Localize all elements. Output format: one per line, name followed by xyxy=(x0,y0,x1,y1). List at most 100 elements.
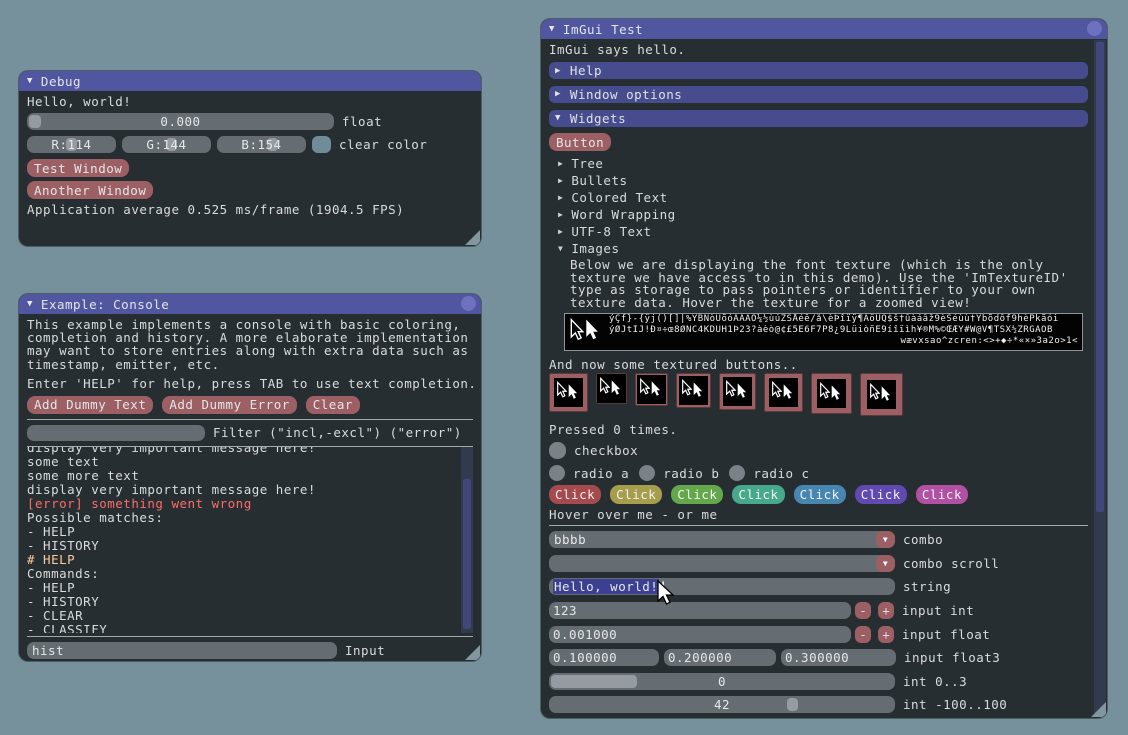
radio-row: radio a radio b radio c xyxy=(549,465,1085,481)
slider-int-neg100-100[interactable]: 42 xyxy=(549,696,895,713)
image-button[interactable] xyxy=(719,373,756,410)
tree-node[interactable]: ▼ Images xyxy=(549,240,1085,257)
test-titlebar[interactable]: ▼ ImGui Test xyxy=(541,19,1107,39)
click-button[interactable]: Click xyxy=(916,485,968,504)
radio-button[interactable] xyxy=(729,465,745,481)
image-button[interactable] xyxy=(596,373,627,404)
float-slider[interactable]: 0.000 xyxy=(27,113,334,130)
click-button[interactable]: Click xyxy=(855,485,907,504)
resize-grip[interactable] xyxy=(1091,702,1106,717)
log-scrollbar-thumb[interactable] xyxy=(463,479,471,629)
resize-grip[interactable] xyxy=(465,230,480,245)
tree-node[interactable]: ▶ Bullets xyxy=(549,172,1085,189)
image-button[interactable] xyxy=(811,373,852,414)
mouse-cursor-icon xyxy=(655,580,677,609)
click-button[interactable]: Click xyxy=(732,485,784,504)
drag-value: G:144 xyxy=(122,136,211,153)
debug-window-toggle-button[interactable]: Another Window xyxy=(27,181,153,199)
input-float3-field-1[interactable]: 0.200000 xyxy=(664,649,776,666)
image-button[interactable] xyxy=(549,373,588,412)
drag-value: B:154 xyxy=(217,136,306,153)
input-float-field[interactable]: 0.001000 xyxy=(549,626,851,643)
click-button[interactable]: Click xyxy=(794,485,846,504)
window-scrollbar-thumb[interactable] xyxy=(1096,42,1104,512)
debug-titlebar[interactable]: ▼ Debug xyxy=(19,71,481,91)
input-int-field[interactable]: 123 xyxy=(549,602,851,619)
textured-buttons-caption: And now some textured buttons.. xyxy=(549,358,1085,371)
image-button[interactable] xyxy=(676,373,711,408)
console-command-input[interactable]: hist xyxy=(27,642,337,659)
tree-node-label: Images xyxy=(571,241,619,256)
close-button[interactable] xyxy=(1087,21,1102,36)
radio-button[interactable] xyxy=(639,465,655,481)
window-scrollbar[interactable] xyxy=(1094,40,1106,717)
collapsing-header[interactable]: ▼ Widgets xyxy=(549,110,1088,127)
console-log[interactable]: display very important message here! som… xyxy=(27,447,473,633)
combo-scroll-dropdown-button[interactable]: ▼ xyxy=(876,555,895,572)
image-button[interactable] xyxy=(764,373,803,412)
text-selection: Hello, world! xyxy=(553,579,659,594)
combo-field[interactable]: bbbb ▼ xyxy=(549,531,895,548)
console-window: ▼ Example: Console This example implemen… xyxy=(19,294,481,661)
input-float3-field-2[interactable]: 0.300000 xyxy=(781,649,896,666)
console-action-button[interactable]: Add Dummy Error xyxy=(162,396,296,414)
cursor-filled-icon xyxy=(782,383,793,401)
checkbox[interactable] xyxy=(549,442,566,459)
tree-node[interactable]: ▶ UTF-8 Text xyxy=(549,223,1085,240)
cursor-outline-icon xyxy=(869,383,880,401)
radio-label: radio b xyxy=(663,466,719,481)
cursor-outline-icon xyxy=(556,381,567,399)
click-button[interactable]: Click xyxy=(671,485,723,504)
clear-color-swatch[interactable] xyxy=(312,136,331,153)
font-texture-image[interactable]: ýÇf}-{ÿj()[]|%ÝBÑòÙõóÃÂÀÒ¼½ùúŽŠÅéê/å\èÞî… xyxy=(564,313,1083,351)
click-button[interactable]: Click xyxy=(549,485,601,504)
intro-line: timestamp, emitter, etc. xyxy=(27,358,473,371)
minus-button[interactable]: - xyxy=(855,626,871,643)
filter-input[interactable] xyxy=(27,425,205,441)
radio-button[interactable] xyxy=(549,465,565,481)
image-button[interactable] xyxy=(635,373,668,406)
combo-dropdown-button[interactable]: ▼ xyxy=(876,531,895,548)
tree-node[interactable]: ▶ Tree xyxy=(549,155,1085,172)
plus-button[interactable]: + xyxy=(878,626,894,643)
collapse-arrow-icon[interactable]: ▼ xyxy=(27,77,33,86)
tree-node[interactable]: ▶ Colored Text xyxy=(549,189,1085,206)
chevron-down-icon: ▼ xyxy=(883,559,888,568)
collapsing-header[interactable]: ▶ Window options xyxy=(549,86,1088,103)
console-action-button[interactable]: Clear xyxy=(306,396,360,414)
color-drag-field[interactable]: R:114 xyxy=(27,136,116,153)
input-float3-field-0[interactable]: 0.100000 xyxy=(549,649,659,666)
image-button[interactable] xyxy=(860,373,903,416)
log-scrollbar[interactable] xyxy=(461,447,473,633)
collapse-arrow-icon[interactable]: ▼ xyxy=(549,25,555,34)
separator xyxy=(549,525,1088,526)
pressed-count-text: Pressed 0 times. xyxy=(549,423,1085,436)
minus-button[interactable]: - xyxy=(855,602,871,619)
log-line: - HISTORY xyxy=(27,595,473,609)
cursor-texture-thumb xyxy=(554,378,583,407)
checkbox-label: checkbox xyxy=(574,443,638,458)
texture-glyph-row: ýÇf}-{ÿj()[]|%ÝBÑòÙõóÃÂÀÒ¼½ùúŽŠÅéê/å\èÞî… xyxy=(565,314,1082,325)
click-button[interactable]: Click xyxy=(610,485,662,504)
slider-int-0-3[interactable]: 0 xyxy=(549,673,895,690)
color-drag-field[interactable]: G:144 xyxy=(122,136,211,153)
tree-node[interactable]: ▶ Word Wrapping xyxy=(549,206,1085,223)
widgets-demo-button[interactable]: Button xyxy=(549,133,611,151)
float3-value: 0.200000 xyxy=(664,649,776,666)
plus-button[interactable]: + xyxy=(878,602,894,619)
console-action-button[interactable]: Add Dummy Text xyxy=(27,396,153,414)
combo-scroll-field[interactable]: ▼ xyxy=(549,555,895,572)
console-titlebar[interactable]: ▼ Example: Console xyxy=(19,294,481,314)
close-button[interactable] xyxy=(461,296,476,311)
resize-grip[interactable] xyxy=(465,645,480,660)
collapsing-header[interactable]: ▶ Help xyxy=(549,62,1088,79)
tree-node-label: Colored Text xyxy=(571,190,667,205)
cursor-filled-icon xyxy=(880,385,891,403)
cursor-filled-icon xyxy=(650,380,661,398)
debug-window-toggle-button[interactable]: Test Window xyxy=(27,159,129,177)
string-input[interactable]: Hello, world!| xyxy=(549,578,895,595)
cursor-texture-thumb xyxy=(679,376,708,405)
collapse-arrow-icon[interactable]: ▼ xyxy=(27,300,33,309)
color-drag-field[interactable]: B:154 xyxy=(217,136,306,153)
log-line: some text xyxy=(27,455,473,469)
